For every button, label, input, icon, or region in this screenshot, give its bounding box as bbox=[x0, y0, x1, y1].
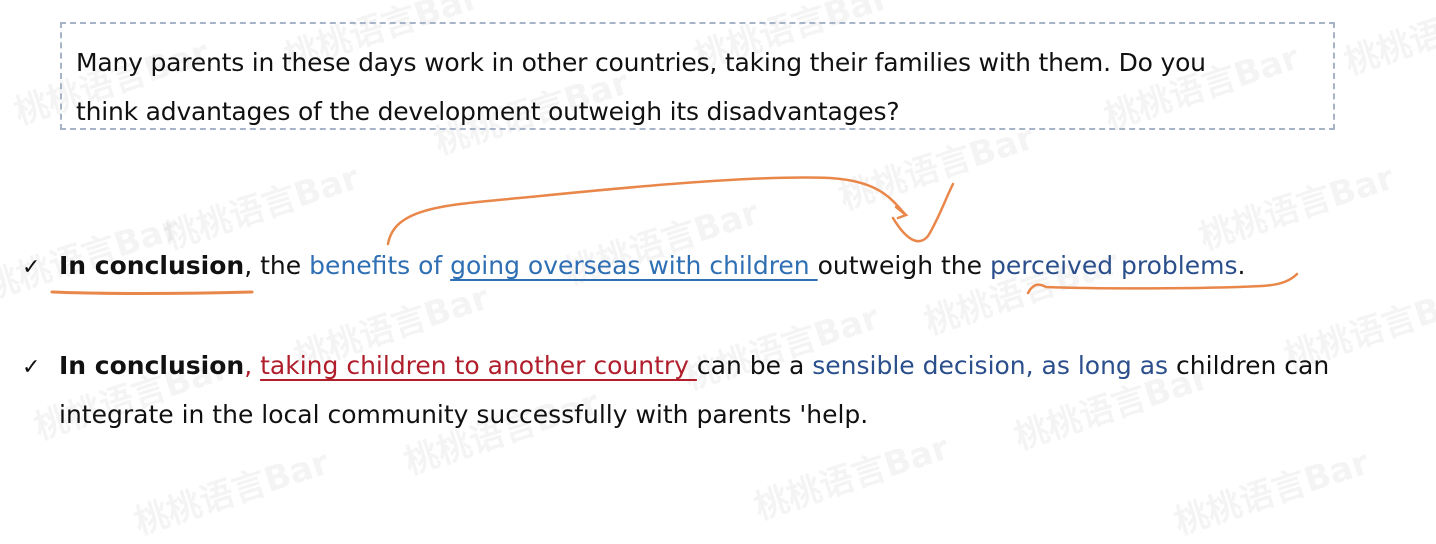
handwritten-annotations bbox=[50, 176, 1299, 295]
underline-perceived-problems bbox=[1026, 272, 1299, 295]
underline-in-conclusion bbox=[50, 290, 254, 295]
swap-arrow-curve bbox=[386, 176, 907, 246]
